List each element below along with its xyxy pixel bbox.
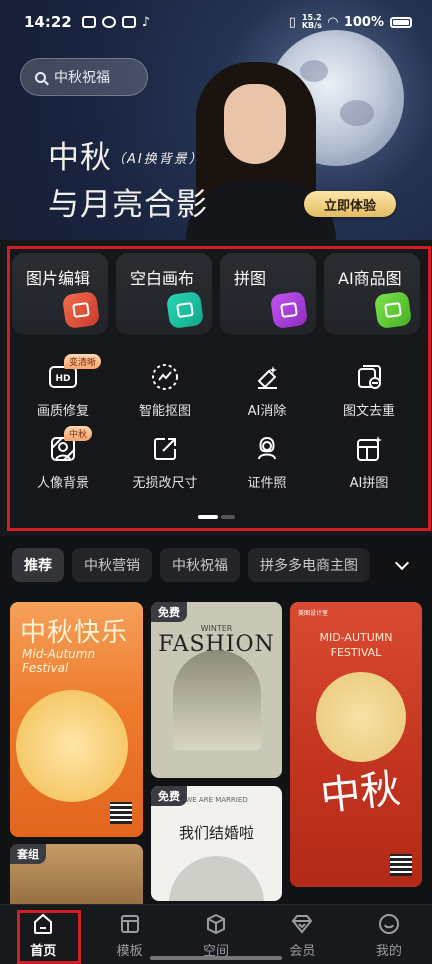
wedding-photo (169, 856, 264, 901)
set-badge: 套组 (10, 844, 46, 864)
status-time: 14:22 (24, 13, 72, 31)
search-icon (35, 71, 46, 83)
free-badge: 免费 (151, 786, 187, 806)
tool-ai-collage[interactable]: AI拼图 (318, 424, 420, 496)
card-collage[interactable]: 拼图 (220, 253, 316, 335)
template-icon (119, 913, 141, 935)
home-icon (32, 913, 54, 935)
model-portrait (186, 62, 336, 240)
tool-smart-cutout[interactable]: 智能抠图 (114, 352, 216, 424)
qr-code (390, 854, 412, 876)
category-tabs: 推荐 中秋营销 中秋祝福 拼多多电商主图 (12, 548, 370, 582)
tab-mid-autumn-greetings[interactable]: 中秋祝福 (160, 548, 240, 582)
collage-icon (269, 290, 309, 330)
battery-text: 100% (343, 14, 384, 30)
card-ai-product[interactable]: AI商品图 (324, 253, 420, 335)
template-card-wedding[interactable]: 免费 WE ARE MARRIED 我们结婚啦 (151, 786, 282, 901)
card-blank-canvas[interactable]: 空白画布 (116, 253, 212, 335)
battery-icon (390, 16, 412, 28)
search-placeholder: 中秋祝福 (54, 70, 110, 86)
page-dot (221, 515, 235, 519)
network-speed: 15.2 KB/s (301, 13, 322, 30)
bottom-nav: 首页 模板 空间 会员 我的 (0, 904, 432, 964)
tool-grid: 变清晰 HD 画质修复 智能抠图 AI消除 图文去重 中秋 人像背景 无损改尺寸… (12, 352, 420, 496)
page-indicator (198, 515, 235, 519)
template-card-red-festival[interactable]: 美图设计室 MID-AUTUMN FESTIVAL 中秋 (290, 602, 422, 887)
id-photo-icon (252, 434, 282, 464)
tool-id-photo[interactable]: 证件照 (216, 424, 318, 496)
banner-title: 中秋 与月亮合影 (48, 140, 208, 223)
profile-icon (378, 913, 400, 935)
card-image-edit[interactable]: 图片编辑 (12, 253, 108, 335)
svg-text:HD: HD (55, 374, 70, 384)
fashion-model-photo (173, 650, 261, 750)
qr-code (110, 802, 132, 824)
moon-graphic (316, 672, 406, 762)
message-icon (121, 16, 136, 28)
vibrate-icon: ▯ (288, 14, 296, 30)
canvas-icon (165, 290, 205, 330)
image-edit-icon (61, 290, 101, 330)
banner-subtitle: （AI换背景） (112, 152, 204, 167)
dedupe-icon (354, 362, 384, 392)
tool-quality-repair[interactable]: 变清晰 HD 画质修复 (12, 352, 114, 424)
gesture-bar (150, 956, 282, 960)
diamond-icon (291, 913, 313, 935)
status-bar: 14:22 ♪ ▯ 15.2 KB/s ◠ 100% (0, 0, 432, 44)
page-dot-active (198, 515, 218, 519)
template-card-mid-autumn[interactable]: 中秋快乐 Mid-Autumn Festival (10, 602, 143, 837)
try-now-button[interactable]: 立即体验 (304, 191, 396, 217)
feature-cards: 图片编辑 空白画布 拼图 AI商品图 (12, 253, 420, 335)
ai-collage-icon (354, 434, 384, 464)
app-notification-icon (101, 16, 116, 28)
moon-graphic (16, 690, 128, 802)
wifi-icon: ◠ (327, 14, 338, 30)
free-badge: 免费 (151, 602, 187, 622)
resize-icon (150, 434, 180, 464)
search-bar[interactable]: 中秋祝福 (20, 58, 148, 96)
moon-crater (340, 100, 374, 126)
ai-product-icon (373, 290, 413, 330)
tool-lossless-resize[interactable]: 无损改尺寸 (114, 424, 216, 496)
tool-badge: 变清晰 (64, 354, 102, 369)
tab-mid-autumn-marketing[interactable]: 中秋营销 (72, 548, 152, 582)
tool-ai-erase[interactable]: AI消除 (216, 352, 318, 424)
nav-home[interactable]: 首页 (0, 905, 86, 964)
tool-dedupe[interactable]: 图文去重 (318, 352, 420, 424)
notification-icon (81, 16, 96, 28)
cube-icon (205, 913, 227, 935)
tool-badge: 中秋 (64, 426, 93, 441)
eraser-icon (252, 362, 282, 392)
cutout-icon (150, 362, 180, 392)
tool-portrait-background[interactable]: 中秋 人像背景 (12, 424, 114, 496)
template-card-fashion[interactable]: 免费 WINTER FASHION (151, 602, 282, 778)
tab-pdd-ecommerce[interactable]: 拼多多电商主图 (248, 548, 370, 582)
tiktok-icon: ♪ (141, 14, 151, 30)
tab-recommended[interactable]: 推荐 (12, 548, 64, 582)
nav-profile[interactable]: 我的 (346, 905, 432, 964)
